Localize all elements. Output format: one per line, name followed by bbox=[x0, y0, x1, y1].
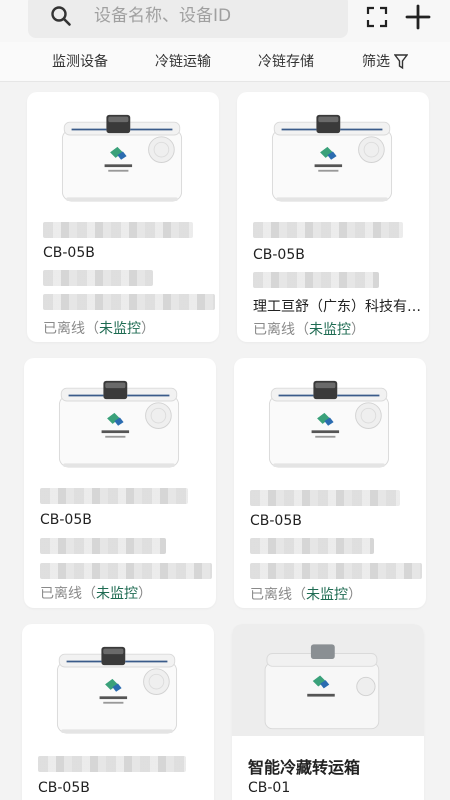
device-model: CB-01 bbox=[248, 780, 291, 796]
device-card[interactable]: CB-05B 已离线（未监控） bbox=[27, 92, 219, 342]
status-text: 已离线（未监控） bbox=[253, 322, 365, 338]
category-tabs: 监测设备 冷链运输 冷链存储 筛选 bbox=[0, 42, 450, 82]
redacted-name bbox=[250, 490, 400, 506]
redacted-name bbox=[38, 756, 186, 772]
redacted-info bbox=[253, 272, 379, 288]
redacted-name bbox=[40, 488, 188, 504]
product-image bbox=[58, 379, 180, 468]
search-icon[interactable] bbox=[50, 5, 72, 27]
product-image bbox=[61, 113, 183, 202]
device-model: CB-05B bbox=[43, 245, 95, 261]
device-model: CB-05B bbox=[40, 512, 92, 528]
device-card[interactable]: CB-05B 理工亘舒（广东）科技有… 已离线（未监控） bbox=[237, 92, 429, 342]
redacted-info bbox=[43, 270, 153, 286]
redacted-info bbox=[40, 538, 166, 554]
redacted-name bbox=[43, 222, 193, 238]
scan-icon[interactable] bbox=[366, 6, 388, 28]
device-card[interactable]: CB-05B bbox=[22, 624, 214, 800]
product-image bbox=[56, 645, 178, 734]
product-image bbox=[268, 379, 390, 468]
redacted-name bbox=[253, 222, 403, 238]
search-box[interactable] bbox=[28, 0, 348, 38]
product-image bbox=[271, 113, 393, 202]
funnel-icon[interactable] bbox=[393, 54, 409, 70]
device-model: CB-05B bbox=[253, 247, 305, 263]
search-input[interactable] bbox=[94, 1, 344, 31]
status-text: 已离线（未监控） bbox=[43, 321, 155, 337]
tab-filter[interactable]: 筛选 bbox=[362, 51, 390, 71]
device-card[interactable]: CB-05B 已离线（未监控） bbox=[24, 358, 216, 608]
tab-cold-chain-storage[interactable]: 冷链存储 bbox=[258, 51, 314, 71]
plus-icon[interactable] bbox=[404, 3, 432, 31]
redacted-info bbox=[43, 294, 215, 310]
tab-cold-chain-transport[interactable]: 冷链运输 bbox=[155, 51, 211, 71]
device-model: CB-05B bbox=[38, 780, 90, 796]
status-text: 已离线（未监控） bbox=[250, 587, 362, 603]
device-model: CB-05B bbox=[250, 513, 302, 529]
redacted-info bbox=[40, 563, 212, 579]
company-name: 理工亘舒（广东）科技有… bbox=[253, 299, 421, 315]
status-text: 已离线（未监控） bbox=[40, 586, 152, 602]
product-title: 智能冷藏转运箱 bbox=[248, 758, 361, 777]
device-card[interactable]: CB-05B 已离线（未监控） bbox=[234, 358, 426, 608]
top-bar bbox=[0, 0, 450, 42]
product-image bbox=[264, 643, 380, 730]
device-card[interactable]: 智能冷藏转运箱 CB-01 bbox=[232, 624, 424, 800]
tab-monitor-devices[interactable]: 监测设备 bbox=[52, 51, 108, 71]
redacted-info bbox=[250, 563, 422, 579]
redacted-info bbox=[250, 538, 374, 554]
